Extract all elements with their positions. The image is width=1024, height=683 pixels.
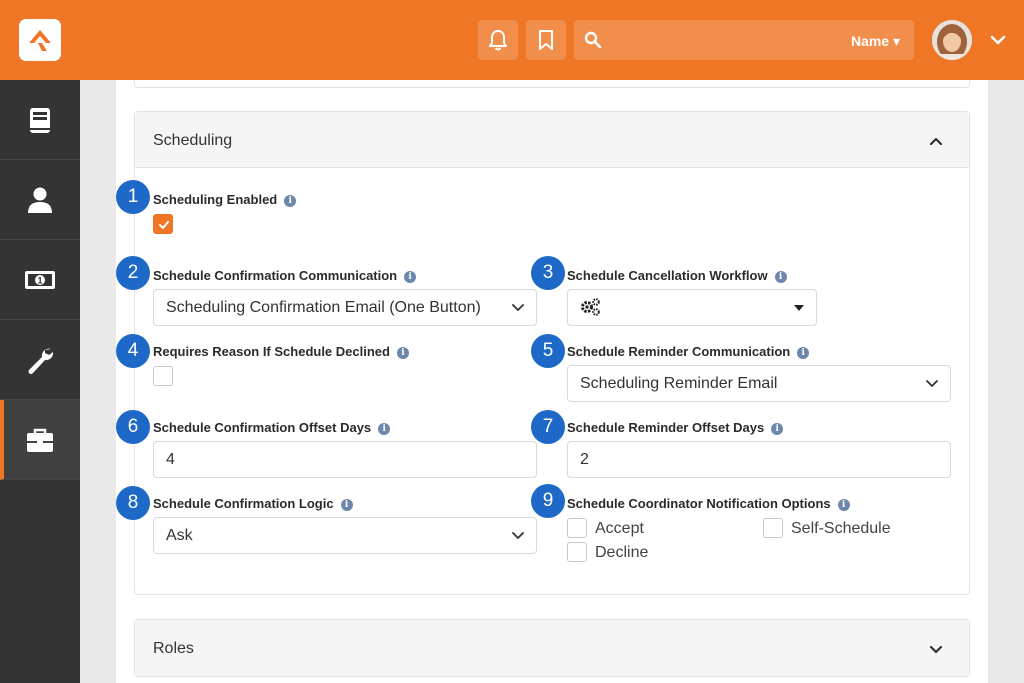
accept-checkbox[interactable]	[567, 518, 587, 538]
chevron-down-icon	[926, 380, 938, 387]
checkmark-icon	[159, 221, 169, 229]
reminder-communication-label: Schedule Reminder Communication i	[567, 344, 810, 359]
requires-reason-label: Requires Reason If Schedule Declined i	[153, 344, 409, 359]
caret-down-icon	[794, 305, 804, 311]
notifications-button[interactable]	[478, 20, 518, 60]
info-icon[interactable]: i	[774, 271, 787, 283]
chevron-down-icon	[512, 304, 524, 311]
requires-reason-checkbox[interactable]	[153, 366, 173, 386]
briefcase-icon	[27, 428, 53, 452]
gears-icon	[581, 298, 600, 316]
top-bar: Name ▾	[0, 0, 1024, 80]
sidebar-item-settings[interactable]	[0, 400, 80, 480]
search-icon	[584, 31, 602, 49]
step-badge-5: 5	[531, 334, 565, 368]
confirmation-offset-label: Schedule Confirmation Offset Days i	[153, 420, 391, 435]
decline-checkbox[interactable]	[567, 542, 587, 562]
info-icon[interactable]: i	[340, 499, 353, 511]
confirmation-communication-select[interactable]: Scheduling Confirmation Email (One Butto…	[153, 289, 537, 326]
sidebar-item-finance[interactable]: 1	[0, 240, 80, 320]
reminder-offset-label: Schedule Reminder Offset Days i	[567, 420, 784, 435]
panel-title: Scheduling	[153, 132, 233, 149]
roles-panel: Roles	[134, 619, 970, 677]
scheduling-panel-header[interactable]: Scheduling	[135, 112, 969, 168]
bookmarks-button[interactable]	[526, 20, 566, 60]
select-value: Ask	[166, 527, 193, 544]
step-badge-7: 7	[531, 410, 565, 444]
confirmation-logic-label: Schedule Confirmation Logic i	[153, 496, 353, 511]
decline-label[interactable]: Decline	[595, 544, 648, 562]
step-badge-1: 1	[116, 180, 150, 214]
search-filter-dropdown[interactable]: Name ▾	[851, 33, 900, 50]
cancellation-workflow-label: Schedule Cancellation Workflow i	[567, 268, 787, 283]
confirmation-offset-input[interactable]: 4	[153, 441, 537, 478]
reminder-offset-input[interactable]: 2	[567, 441, 951, 478]
select-value: Scheduling Confirmation Email (One Butto…	[166, 299, 481, 316]
previous-panel-bottom	[134, 80, 970, 88]
info-icon[interactable]: i	[378, 423, 391, 435]
money-icon: 1	[25, 271, 55, 289]
scheduling-enabled-checkbox[interactable]	[153, 214, 173, 234]
reminder-communication-select[interactable]: Scheduling Reminder Email	[567, 365, 951, 402]
sidebar-item-people[interactable]	[0, 160, 80, 240]
bookmark-icon	[539, 30, 553, 50]
sidebar-item-books[interactable]	[0, 80, 80, 160]
confirmation-communication-label: Schedule Confirmation Communication i	[153, 268, 417, 283]
info-icon[interactable]: i	[771, 423, 784, 435]
chevron-up-icon[interactable]	[929, 134, 943, 148]
input-value: 2	[580, 451, 589, 468]
book-icon	[30, 108, 50, 133]
step-badge-4: 4	[116, 334, 150, 368]
step-badge-6: 6	[116, 410, 150, 444]
sidebar: 1	[0, 80, 80, 683]
bell-icon	[489, 30, 507, 51]
roles-panel-header[interactable]: Roles	[135, 620, 969, 676]
sidebar-item-admin-tools[interactable]	[0, 320, 80, 400]
info-icon[interactable]: i	[284, 195, 297, 207]
info-icon[interactable]: i	[837, 499, 850, 511]
step-badge-2: 2	[116, 256, 150, 290]
search-input[interactable]: Name ▾	[574, 20, 914, 60]
coordinator-notification-label: Schedule Coordinator Notification Option…	[567, 496, 850, 511]
person-icon	[28, 187, 52, 213]
panel-title: Roles	[153, 640, 194, 657]
svg-text:1: 1	[37, 276, 42, 286]
step-badge-9: 9	[531, 484, 565, 518]
accept-label[interactable]: Accept	[595, 520, 644, 538]
rock-logo-icon[interactable]	[19, 19, 61, 61]
chevron-down-icon[interactable]	[929, 642, 943, 656]
scheduling-enabled-label: Scheduling Enabled i	[153, 192, 297, 207]
wrench-icon	[28, 348, 54, 374]
avatar[interactable]	[932, 20, 972, 60]
chevron-down-icon[interactable]	[989, 31, 1007, 49]
info-icon[interactable]: i	[396, 347, 409, 359]
step-badge-3: 3	[531, 256, 565, 290]
self-schedule-checkbox[interactable]	[763, 518, 783, 538]
info-icon[interactable]: i	[404, 271, 417, 283]
input-value: 4	[166, 451, 175, 468]
step-badge-8: 8	[116, 486, 150, 520]
info-icon[interactable]: i	[797, 347, 810, 359]
cancellation-workflow-picker[interactable]	[567, 289, 817, 326]
confirmation-logic-select[interactable]: Ask	[153, 517, 537, 554]
select-value: Scheduling Reminder Email	[580, 375, 778, 392]
self-schedule-label[interactable]: Self-Schedule	[791, 520, 891, 538]
chevron-down-icon	[512, 532, 524, 539]
